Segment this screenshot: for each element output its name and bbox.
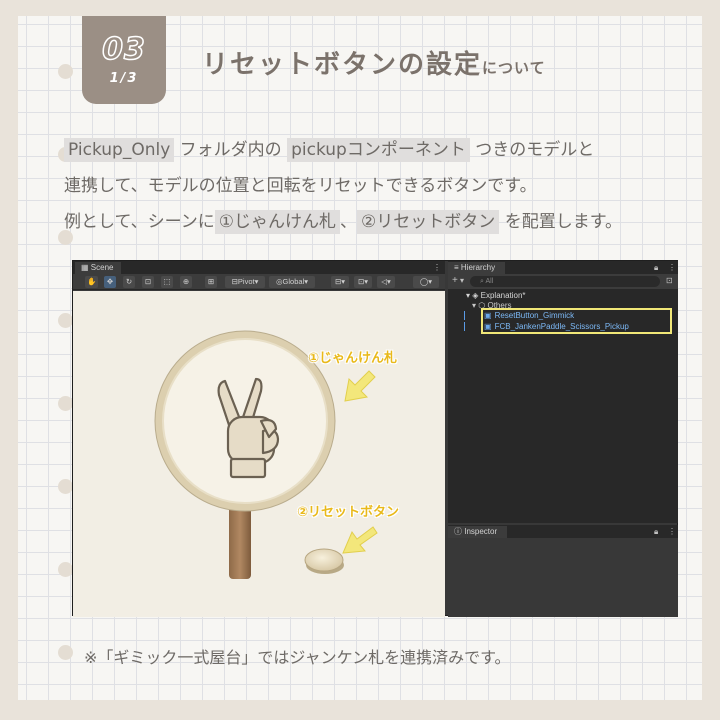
description-text: を配置します。 <box>499 212 623 232</box>
pivot-dropdown[interactable]: ⊟Pivot▾ <box>225 276 265 288</box>
scene-root-label: Explanation* <box>480 291 526 300</box>
add-button[interactable]: + <box>452 275 458 287</box>
snap-icon[interactable]: ⊞ <box>205 276 217 288</box>
tab-scene[interactable]: ▦ Scene <box>75 262 122 274</box>
tab-hierarchy-label: Hierarchy <box>460 263 496 272</box>
more-options-icon[interactable]: ⋮ <box>433 262 441 274</box>
footnote: ※「ギミック一式屋台」ではジャンケン札を連携済みです。 <box>84 648 511 667</box>
hand-tool-icon[interactable]: ✋ <box>85 276 99 288</box>
binder-hole <box>58 313 73 328</box>
binder-hole <box>58 479 73 494</box>
binder-hole <box>58 562 73 577</box>
info-icon: ⓘ <box>454 527 465 536</box>
tag-janken-paddle: ①じゃんけん札 <box>214 210 341 234</box>
inspector-panel: ⓘ Inspector 🔒︎ ⋮ <box>448 525 678 617</box>
binder-hole <box>58 64 73 79</box>
tag-reset-button: ②リセットボタン <box>357 210 500 234</box>
selection-highlight <box>481 308 672 334</box>
description-text: つきのモデルと <box>469 140 595 160</box>
tab-inspector[interactable]: ⓘ Inspector <box>448 526 508 538</box>
description-text: 例として、シーンに <box>64 212 215 232</box>
list-icon: ≡ <box>454 263 461 272</box>
scene-grid-icon: ▦ <box>81 263 91 272</box>
description: Pickup_Only フォルダ内の pickupコンポーネント つきのモデルと… <box>64 132 704 240</box>
reset-button-model <box>304 548 344 572</box>
hierarchy-panel: ≡ Hierarchy 🔒︎ ⋮ + ▾ ⌕ All ⊡ ▾ ◈ Explana… <box>448 261 678 523</box>
filter-icon[interactable]: ⊡ <box>666 275 673 287</box>
hierarchy-indent-line <box>464 322 465 331</box>
more-options-icon[interactable]: ⋮ <box>668 262 676 274</box>
description-line: 例として、シーンに ①じゃんけん札、 ②リセットボタン を配置します。 <box>64 204 704 240</box>
scale-tool-icon[interactable]: ⊡ <box>142 276 154 288</box>
scene-tab-bar: ▦ Scene ⋮ <box>73 261 445 274</box>
label-reset-button: ②リセットボタン <box>297 505 400 520</box>
tag-pickup-only: Pickup_Only <box>64 138 175 162</box>
unity-logo-icon: ◈ <box>472 291 481 300</box>
pointer-arrow <box>342 370 378 554</box>
hierarchy-toolbar: + ▾ ⌕ All ⊡ <box>448 274 678 289</box>
lock-icon[interactable]: 🔒︎ <box>654 526 658 538</box>
gizmo-icon[interactable]: ⊟▾ <box>331 276 349 288</box>
page-title: リセットボタンの設定について <box>202 44 546 81</box>
label-janken-paddle: ①じゃんけん札 <box>308 351 398 366</box>
global-label: Global <box>282 277 305 286</box>
step-badge: 03 1/3 <box>82 16 166 104</box>
inspector-tab-bar: ⓘ Inspector 🔒︎ ⋮ <box>448 525 678 538</box>
transform-tool-icon[interactable]: ⊕ <box>180 276 192 288</box>
search-input[interactable]: ⌕ All <box>470 276 660 287</box>
hierarchy-scene-root[interactable]: ▾ ◈ Explanation* <box>466 291 526 301</box>
binder-hole <box>58 396 73 411</box>
scene-toolbar: ✋ ✥ ↻ ⊡ ⬚ ⊕ ⊞ ⊟Pivot▾ ◎Global▾ ⊟▾ ⊡▾ ◁▾ … <box>73 274 445 290</box>
binder-hole <box>58 645 73 660</box>
search-placeholder: All <box>485 278 494 285</box>
tab-scene-label: Scene <box>90 263 114 272</box>
scene-viewport[interactable]: ①じゃんけん札 ②リセットボタン <box>73 291 445 617</box>
page-title-small: について <box>482 59 546 77</box>
tag-pickup-component: pickupコンポーネント <box>287 138 470 162</box>
description-line: 連携して、モデルの位置と回転をリセットできるボタンです。 <box>64 176 537 196</box>
more-options-icon[interactable]: ⋮ <box>668 526 676 538</box>
unity-editor-screenshot: ▦ Scene ⋮ ✋ ✥ ↻ ⊡ ⬚ ⊕ ⊞ ⊟Pivot▾ ◎Global▾… <box>72 260 678 617</box>
description-text: 、 <box>340 212 358 232</box>
view-options-icon[interactable]: ⊡▾ <box>354 276 372 288</box>
description-text: フォルダ内の <box>174 140 288 160</box>
tab-inspector-label: Inspector <box>464 527 498 536</box>
move-tool-icon[interactable]: ✥ <box>104 276 116 288</box>
description-line: Pickup_Only フォルダ内の pickupコンポーネント つきのモデルと <box>64 132 704 168</box>
step-number: 03 <box>101 31 146 67</box>
rotate-tool-icon[interactable]: ↻ <box>123 276 135 288</box>
rect-tool-icon[interactable]: ⬚ <box>161 276 173 288</box>
audio-icon[interactable]: ◁▾ <box>377 276 395 288</box>
tab-hierarchy[interactable]: ≡ Hierarchy <box>448 262 506 274</box>
step-page: 1/3 <box>109 70 139 86</box>
scene-render <box>154 330 378 579</box>
global-dropdown[interactable]: ◎Global▾ <box>269 276 315 288</box>
pivot-label: Pivot <box>237 277 255 286</box>
lock-icon[interactable]: 🔒︎ <box>654 262 658 274</box>
chevron-down-icon[interactable]: ▾ <box>460 275 464 287</box>
draw-mode-icon[interactable]: ◯▾ <box>413 276 439 288</box>
hierarchy-indent-line <box>464 311 465 320</box>
page-title-main: リセットボタンの設定 <box>202 50 483 80</box>
